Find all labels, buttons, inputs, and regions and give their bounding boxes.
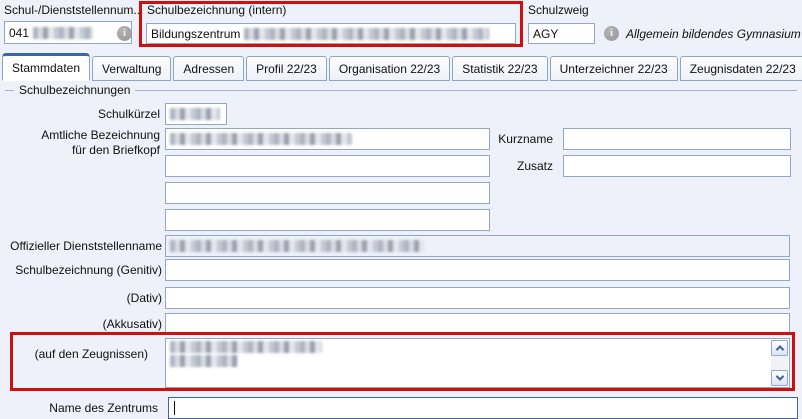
tab-verwaltung[interactable]: Verwaltung [92, 56, 171, 81]
zusatz-input[interactable] [563, 155, 791, 177]
dienststellenname-label: Offizieller Dienststellenname [0, 239, 162, 253]
zusatz-label: Zusatz [393, 159, 553, 173]
school-number-value: 041 [9, 26, 29, 40]
school-branch-description: Allgemein bildendes Gymnasium [626, 27, 801, 41]
school-name-intern-input[interactable]: Bildungszentrum [146, 23, 516, 44]
tab-organisation[interactable]: Organisation 22/23 [329, 56, 450, 81]
zentrum-input[interactable] [168, 397, 798, 419]
tab-profil[interactable]: Profil 22/23 [246, 56, 327, 81]
akkusativ-label: (Akkusativ) [0, 317, 162, 331]
scroll-down-button[interactable] [771, 370, 788, 386]
school-number-input[interactable]: 041 [4, 21, 132, 44]
schulkuerzel-input[interactable] [165, 103, 227, 125]
tab-zeugnisdaten[interactable]: Zeugnisdaten 22/23 [680, 56, 802, 81]
dativ-label: (Dativ) [0, 291, 162, 305]
school-name-intern-value: Bildungszentrum [151, 27, 240, 41]
dienststellenname-input[interactable] [165, 235, 790, 257]
info-icon-branch[interactable]: i [604, 26, 619, 41]
school-number-label: Schul-/Dienststellennum... [4, 3, 143, 17]
redacted-dienststellenname [170, 240, 425, 252]
redacted-school-number [33, 27, 93, 39]
briefkopf-label: Amtliche Bezeichnung für den Briefkopf [0, 128, 160, 158]
chevron-down-icon [775, 372, 783, 380]
redacted-school-name [244, 28, 489, 40]
tab-unterzeichner[interactable]: Unterzeichner 22/23 [550, 56, 678, 81]
school-masterdata-window: { "header": { "school_number": { "label"… [0, 0, 802, 419]
textarea-scrollbar[interactable] [771, 340, 788, 386]
briefkopf-input-3[interactable] [165, 182, 490, 204]
text-caret [174, 401, 175, 415]
briefkopf-input-4[interactable] [165, 209, 490, 231]
akkusativ-input[interactable] [165, 313, 790, 335]
tab-stammdaten[interactable]: Stammdaten [2, 53, 90, 81]
school-name-intern-label: Schulbezeichnung (intern) [147, 3, 286, 17]
dativ-input[interactable] [165, 287, 790, 309]
tab-strip: Stammdaten Verwaltung Adressen Profil 22… [2, 53, 802, 81]
redacted-schulkuerzel [170, 108, 220, 120]
school-branch-value: AGY [533, 27, 558, 41]
tab-adressen[interactable]: Adressen [173, 56, 244, 81]
zentrum-label: Name des Zentrums [0, 401, 158, 415]
genitiv-input[interactable] [165, 259, 790, 281]
kurzname-input[interactable] [563, 128, 791, 150]
zeugnisse-label: (auf den Zeugnissen) [0, 347, 148, 361]
tab-statistik[interactable]: Statistik 22/23 [452, 56, 547, 81]
kurzname-label: Kurzname [393, 132, 553, 146]
redacted-briefkopf [170, 133, 352, 145]
redacted-zeugnisse-text [170, 341, 785, 367]
school-branch-label: Schulzweig [528, 3, 589, 17]
schulkuerzel-label: Schulkürzel [0, 107, 160, 121]
genitiv-label: Schulbezeichnung (Genitiv) [0, 263, 162, 277]
groupbox-title: Schulbezeichnungen [14, 83, 135, 97]
school-branch-input[interactable]: AGY [528, 23, 595, 44]
chevron-up-icon [775, 345, 783, 353]
scroll-up-button[interactable] [771, 340, 788, 356]
info-icon[interactable]: i [117, 26, 132, 41]
zeugnisse-textarea[interactable] [165, 338, 790, 388]
